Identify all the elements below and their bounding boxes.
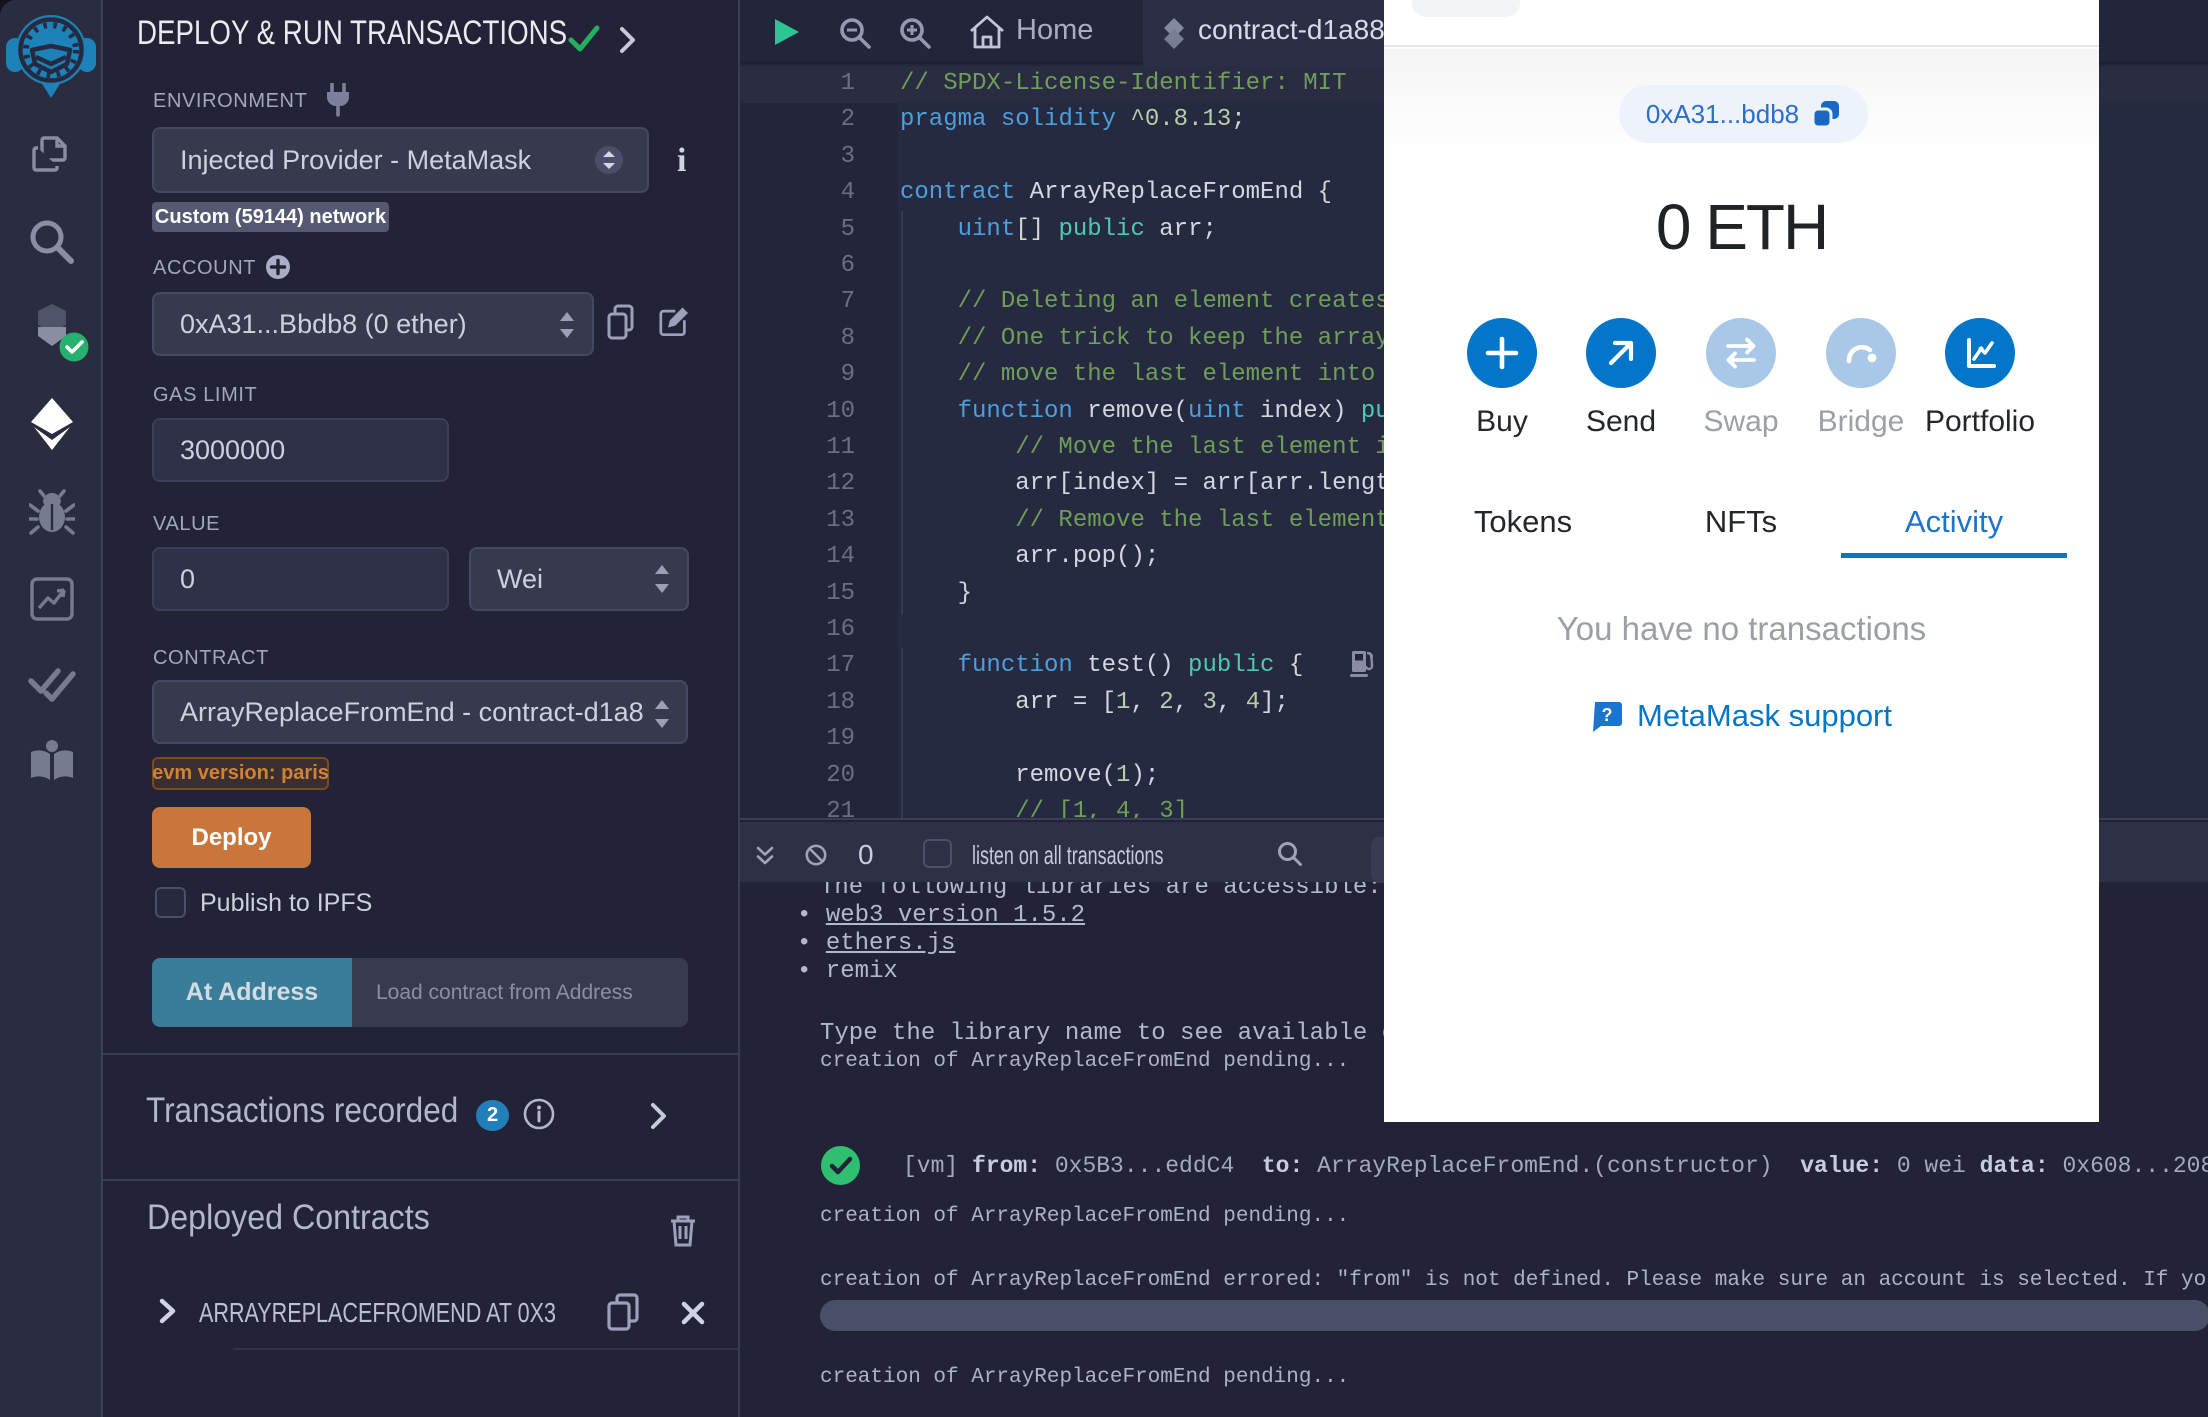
svg-text:?: ? [1602, 705, 1613, 725]
